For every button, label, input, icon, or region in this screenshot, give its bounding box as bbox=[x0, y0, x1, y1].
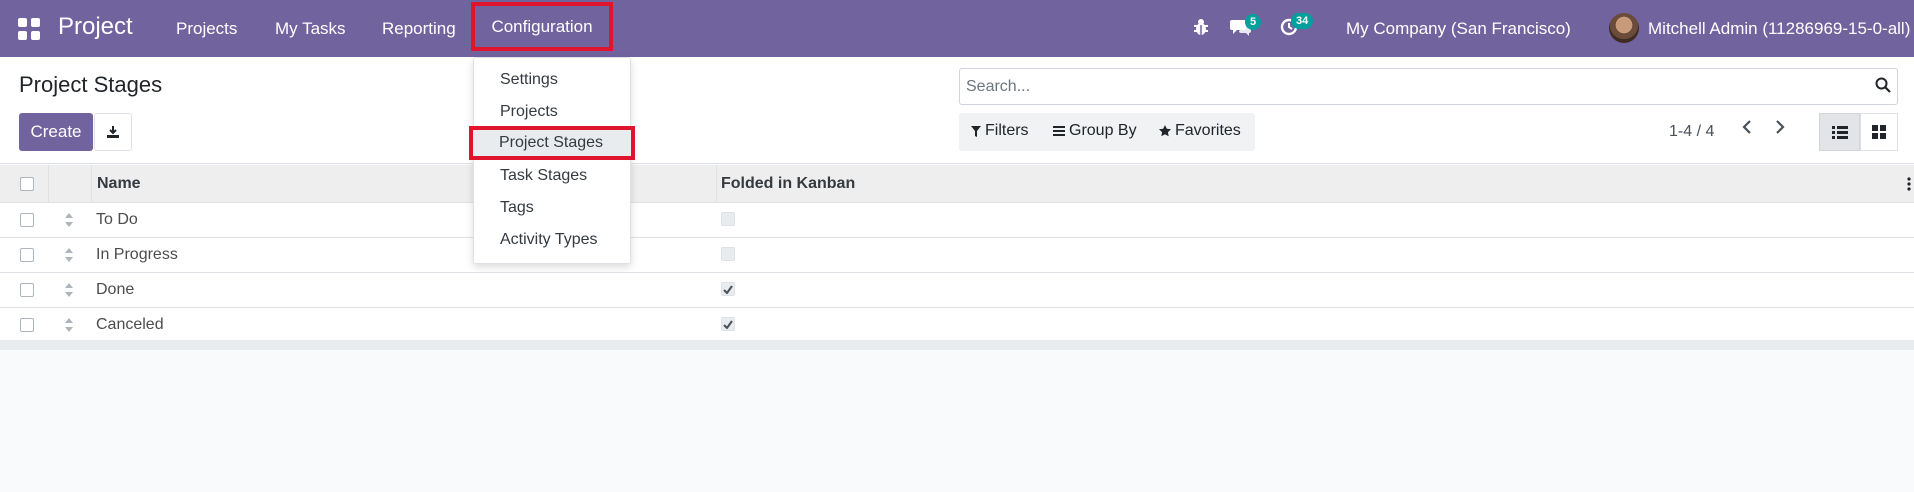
table-row[interactable]: In Progress bbox=[0, 238, 1914, 273]
optional-columns-icon[interactable] bbox=[1907, 177, 1911, 196]
kanban-view-button[interactable] bbox=[1860, 113, 1898, 151]
list-view-icon bbox=[1831, 125, 1848, 139]
group-by-button[interactable]: Group By bbox=[1053, 122, 1137, 140]
export-download-button[interactable] bbox=[94, 113, 132, 151]
dropdown-item-tags[interactable]: Tags bbox=[500, 199, 534, 217]
stage-name: Done bbox=[96, 281, 135, 298]
group-by-label: Group By bbox=[1069, 122, 1137, 139]
dropdown-item-settings[interactable]: Settings bbox=[500, 71, 558, 89]
stage-name: In Progress bbox=[96, 246, 178, 263]
apps-menu-icon[interactable] bbox=[18, 18, 40, 40]
column-header-folded[interactable]: Folded in Kanban bbox=[721, 175, 855, 193]
folded-checkbox bbox=[721, 247, 735, 261]
favorites-label: Favorites bbox=[1175, 122, 1241, 139]
chevron-left-icon bbox=[1742, 120, 1751, 134]
column-divider bbox=[48, 165, 49, 203]
dropdown-item-task-stages[interactable]: Task Stages bbox=[500, 167, 587, 185]
stage-name: Canceled bbox=[96, 316, 164, 333]
app-brand[interactable]: Project bbox=[58, 13, 133, 41]
dropdown-item-project-stages-label: Project Stages bbox=[499, 134, 604, 151]
column-divider bbox=[91, 165, 92, 203]
download-icon bbox=[107, 126, 119, 138]
menu-my-tasks[interactable]: My Tasks bbox=[275, 19, 346, 39]
table-row[interactable]: Canceled bbox=[0, 308, 1914, 343]
table-header: Name Folded in Kanban bbox=[0, 165, 1914, 203]
search-icon[interactable] bbox=[1875, 77, 1891, 98]
table-row[interactable]: Done bbox=[0, 273, 1914, 308]
messages-badge: 5 bbox=[1245, 14, 1262, 30]
dropdown-item-projects[interactable]: Projects bbox=[500, 103, 558, 121]
stage-name: To Do bbox=[96, 211, 138, 228]
select-all-checkbox[interactable] bbox=[20, 177, 34, 191]
drag-handle-icon[interactable] bbox=[64, 212, 74, 233]
dropdown-item-activity-types[interactable]: Activity Types bbox=[500, 231, 598, 249]
group-by-icon bbox=[1053, 126, 1065, 136]
filters-button[interactable]: Filters bbox=[971, 122, 1029, 140]
company-switcher[interactable]: My Company (San Francisco) bbox=[1346, 19, 1571, 39]
top-navbar: Project Projects My Tasks Reporting Conf… bbox=[0, 0, 1914, 57]
favorites-button[interactable]: Favorites bbox=[1159, 122, 1241, 140]
folded-checkbox bbox=[721, 317, 735, 331]
row-checkbox[interactable] bbox=[20, 248, 34, 262]
drag-handle-icon[interactable] bbox=[64, 317, 74, 338]
page-title: Project Stages bbox=[19, 72, 163, 97]
pager-value[interactable]: 1-4 / 4 bbox=[1669, 123, 1714, 141]
checkmark-icon bbox=[723, 319, 733, 329]
menu-configuration-label: Configuration bbox=[491, 16, 593, 36]
pager-next-button[interactable] bbox=[1773, 119, 1787, 140]
menu-configuration[interactable]: Configuration bbox=[471, 2, 613, 51]
debug-bug-icon[interactable] bbox=[1193, 18, 1209, 41]
row-checkbox[interactable] bbox=[20, 213, 34, 227]
kanban-view-icon bbox=[1872, 125, 1886, 139]
column-header-name[interactable]: Name bbox=[97, 175, 141, 193]
folded-checkbox bbox=[721, 212, 735, 226]
search-input[interactable] bbox=[966, 69, 1846, 104]
chevron-right-icon bbox=[1776, 120, 1785, 134]
checkmark-icon bbox=[723, 284, 733, 294]
row-checkbox[interactable] bbox=[20, 318, 34, 332]
control-panel: Project Stages Create Filters Group By F… bbox=[0, 57, 1914, 164]
list-view-button[interactable] bbox=[1819, 113, 1860, 151]
menu-projects[interactable]: Projects bbox=[176, 19, 237, 39]
user-avatar[interactable] bbox=[1609, 13, 1639, 43]
menu-reporting[interactable]: Reporting bbox=[382, 19, 456, 39]
configuration-dropdown: Settings Projects Task Stages Tags Activ… bbox=[473, 57, 631, 264]
folded-checkbox bbox=[721, 282, 735, 296]
user-menu[interactable]: Mitchell Admin (11286969-15-0-all) bbox=[1648, 19, 1910, 39]
create-button[interactable]: Create bbox=[19, 113, 93, 151]
search-bar bbox=[959, 68, 1898, 105]
star-icon bbox=[1159, 125, 1171, 137]
table-row[interactable]: To Do bbox=[0, 203, 1914, 238]
activities-badge: 34 bbox=[1291, 13, 1314, 29]
drag-handle-icon[interactable] bbox=[64, 247, 74, 268]
row-checkbox[interactable] bbox=[20, 283, 34, 297]
filter-icon bbox=[971, 125, 981, 137]
column-divider bbox=[716, 165, 717, 203]
search-options-bar: Filters Group By Favorites bbox=[959, 113, 1255, 151]
dropdown-item-project-stages[interactable]: Project Stages bbox=[469, 126, 635, 160]
list-footer bbox=[0, 340, 1914, 350]
drag-handle-icon[interactable] bbox=[64, 282, 74, 303]
pager-previous-button[interactable] bbox=[1740, 119, 1754, 140]
filters-label: Filters bbox=[985, 122, 1029, 139]
